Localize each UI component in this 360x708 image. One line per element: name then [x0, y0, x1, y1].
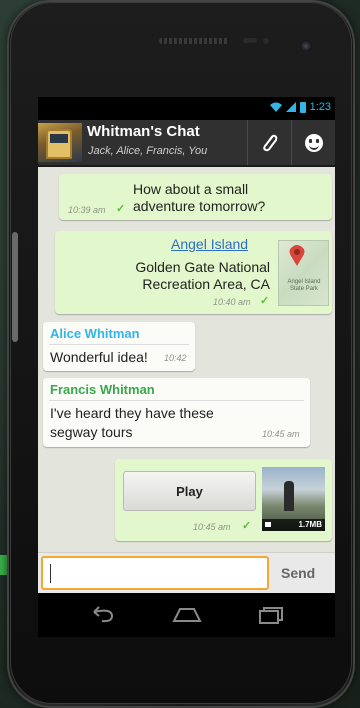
chat-action-bar: Whitman's Chat Jack, Alice, Francis, You — [38, 120, 335, 167]
chat-participants: Jack, Alice, Francis, You — [88, 145, 208, 157]
location-message-bubble[interactable]: Angel Island Golden Gate National Recrea… — [55, 231, 332, 314]
paperclip-icon — [263, 134, 278, 151]
smiley-icon — [305, 133, 323, 152]
delivered-check-icon: ✓ — [242, 520, 252, 532]
segway-rider-image — [284, 481, 294, 511]
home-icon[interactable] — [172, 607, 202, 623]
message-text-line2: adventure tomorrow? — [133, 198, 266, 214]
group-avatar[interactable] — [38, 123, 82, 162]
sender-divider — [49, 400, 304, 401]
message-time: 10:45 am — [262, 429, 300, 439]
video-file-size: 1.7MB — [298, 520, 322, 529]
video-info-bar: 1.7MB — [262, 519, 325, 531]
video-camera-icon — [265, 522, 271, 527]
text-caret — [50, 564, 51, 583]
volume-button — [12, 232, 18, 342]
system-nav-bar — [38, 593, 335, 637]
emoji-button[interactable] — [291, 120, 335, 165]
battery-icon — [299, 101, 306, 113]
message-time: 10:39 am — [68, 205, 106, 215]
video-message-bubble[interactable]: Play 10:45 am ✓ 1.7MB — [115, 459, 332, 541]
location-address-line1: Golden Gate National — [135, 259, 270, 275]
send-button[interactable]: Send — [281, 565, 315, 581]
map-label: Angel Island State Park — [287, 279, 321, 292]
message-input[interactable] — [41, 556, 269, 590]
cable-car-image — [46, 129, 72, 159]
message-text: How about a small — [133, 181, 249, 197]
map-thumbnail[interactable]: Angel Island State Park — [278, 240, 329, 306]
attach-button[interactable] — [247, 120, 292, 165]
message-time: 10:42 — [164, 353, 187, 363]
map-pin-icon — [289, 245, 305, 266]
compose-bar: Send — [38, 552, 335, 593]
message-bubble-incoming[interactable]: Francis Whitman I've heard they have the… — [43, 378, 310, 447]
wifi-icon — [269, 102, 282, 112]
earpiece-speaker — [159, 38, 229, 44]
message-text: I've heard they have these — [50, 405, 214, 421]
location-address-line2: Recreation Area, CA — [142, 276, 270, 292]
message-text: Wonderful idea! — [50, 349, 148, 365]
delivered-check-icon: ✓ — [116, 203, 126, 215]
light-sensor — [263, 38, 269, 44]
message-text-line2: segway tours — [50, 424, 133, 440]
play-button[interactable]: Play — [123, 471, 256, 511]
phone-screen: 1:23 Whitman's Chat Jack, Alice, Francis… — [38, 97, 335, 593]
message-time: 10:45 am — [193, 522, 231, 532]
delivered-check-icon: ✓ — [260, 295, 270, 307]
play-button-label: Play — [176, 483, 203, 499]
back-icon[interactable] — [90, 606, 116, 624]
sender-divider — [49, 344, 189, 345]
status-time: 1:23 — [309, 101, 331, 113]
recents-icon[interactable] — [258, 606, 284, 624]
sender-name: Francis Whitman — [50, 382, 155, 397]
sender-name: Alice Whitman — [50, 326, 140, 341]
status-bar: 1:23 — [38, 97, 335, 120]
message-bubble-incoming[interactable]: Alice Whitman Wonderful idea! 10:42 — [43, 322, 195, 371]
front-camera — [300, 40, 312, 52]
signal-icon — [285, 102, 296, 112]
message-time: 10:40 am — [213, 297, 251, 307]
proximity-sensor — [243, 38, 257, 43]
video-thumbnail[interactable]: 1.7MB — [262, 467, 325, 531]
message-bubble-outgoing[interactable]: How about a small adventure tomorrow? 10… — [59, 174, 332, 220]
place-link[interactable]: Angel Island — [171, 236, 248, 252]
chat-title[interactable]: Whitman's Chat — [87, 123, 200, 140]
